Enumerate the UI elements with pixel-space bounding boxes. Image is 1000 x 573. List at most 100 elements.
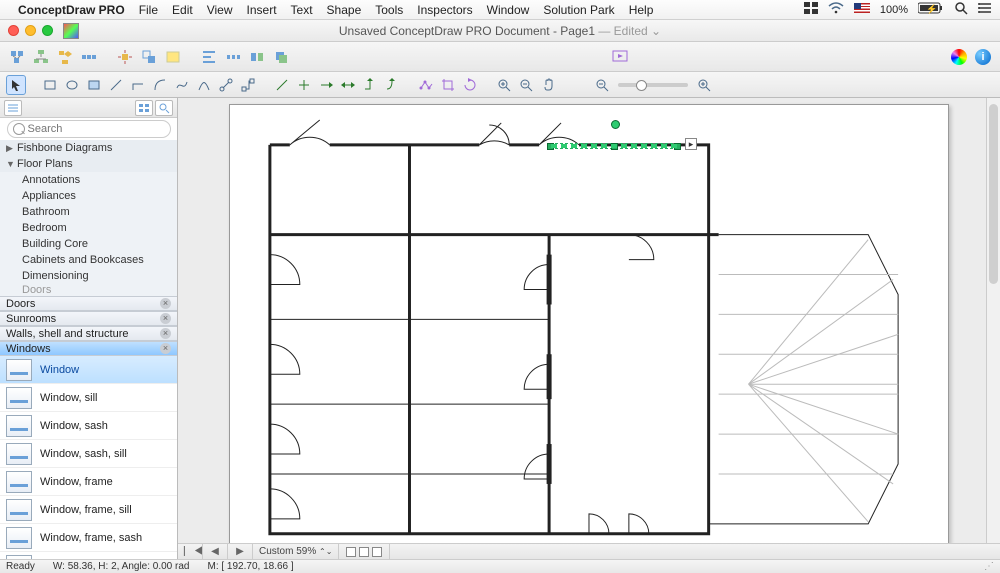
tool-tree-button[interactable] bbox=[6, 46, 28, 68]
tool-arrow1[interactable] bbox=[316, 75, 336, 95]
smart-action-button[interactable]: ▸ bbox=[685, 138, 697, 150]
tree-floorplans[interactable]: ▼Floor Plans bbox=[0, 156, 177, 172]
hscroll-prev[interactable]: ◀ bbox=[203, 544, 228, 559]
tool-samesize-button[interactable] bbox=[246, 46, 268, 68]
zoom-slider[interactable] bbox=[618, 83, 688, 87]
spotlight-icon[interactable] bbox=[954, 1, 968, 18]
tool-edit-points[interactable] bbox=[416, 75, 436, 95]
tree-fishbone[interactable]: ▶Fishbone Diagrams bbox=[0, 140, 177, 156]
tool-section[interactable] bbox=[294, 75, 314, 95]
tool-clone-button[interactable] bbox=[138, 46, 160, 68]
tool-arrow3[interactable] bbox=[360, 75, 380, 95]
close-icon[interactable]: × bbox=[160, 298, 171, 309]
hscroll-left[interactable]: ⎸◀ bbox=[178, 544, 203, 559]
tool-block[interactable] bbox=[84, 75, 104, 95]
tab-walls[interactable]: Walls, shell and structure× bbox=[0, 326, 177, 341]
shape-window[interactable]: Window bbox=[0, 356, 177, 384]
drawing-page[interactable]: ▸ bbox=[229, 104, 949, 543]
tool-info-button[interactable]: i bbox=[972, 46, 994, 68]
tab-sunrooms[interactable]: Sunrooms× bbox=[0, 311, 177, 326]
tab-doors[interactable]: Doors× bbox=[0, 296, 177, 311]
wifi-icon[interactable] bbox=[828, 2, 844, 17]
tool-line[interactable] bbox=[106, 75, 126, 95]
shape-window-sash[interactable]: Window, sash bbox=[0, 412, 177, 440]
tree-bathroom[interactable]: Bathroom bbox=[0, 204, 177, 220]
battery-icon[interactable]: ⚡ bbox=[918, 2, 944, 17]
tool-select[interactable] bbox=[6, 75, 26, 95]
tool-arrange-button[interactable] bbox=[270, 46, 292, 68]
zoom-combo[interactable]: Custom 59% ⌃⌄ bbox=[253, 544, 339, 559]
tool-arrow2[interactable] bbox=[338, 75, 358, 95]
tool-distribute-button[interactable] bbox=[222, 46, 244, 68]
shape-window-frame-sill[interactable]: Window, frame, sill bbox=[0, 496, 177, 524]
zoom-in-button[interactable] bbox=[694, 75, 714, 95]
tool-orgchart-button[interactable] bbox=[30, 46, 52, 68]
page-thumbnails[interactable] bbox=[339, 544, 390, 559]
dashboard-icon[interactable] bbox=[804, 2, 818, 17]
tool-zoom-out[interactable] bbox=[516, 75, 536, 95]
tool-align-button[interactable] bbox=[198, 46, 220, 68]
shape-window-frame-sash-sill[interactable]: Window, frame, sash, sill bbox=[0, 552, 177, 559]
tool-crop[interactable] bbox=[438, 75, 458, 95]
close-icon[interactable]: × bbox=[160, 328, 171, 339]
tool-hypernote-button[interactable] bbox=[162, 46, 184, 68]
close-icon[interactable]: × bbox=[160, 313, 171, 324]
tool-arc[interactable] bbox=[150, 75, 170, 95]
tool-color-button[interactable] bbox=[948, 46, 970, 68]
tool-zoom-in[interactable] bbox=[494, 75, 514, 95]
menu-shape[interactable]: Shape bbox=[327, 3, 362, 17]
hscroll-next[interactable]: ▶ bbox=[228, 544, 253, 559]
tree-cabinets[interactable]: Cabinets and Bookcases bbox=[0, 252, 177, 268]
library-tree[interactable]: ▶Fishbone Diagrams ▼Floor Plans Annotati… bbox=[0, 140, 177, 296]
library-search-button[interactable] bbox=[155, 100, 173, 116]
shape-window-sash-sill[interactable]: Window, sash, sill bbox=[0, 440, 177, 468]
flag-icon[interactable] bbox=[854, 3, 870, 16]
tool-connector[interactable] bbox=[216, 75, 236, 95]
menu-insert[interactable]: Insert bbox=[247, 3, 277, 17]
notification-center-icon[interactable] bbox=[978, 2, 992, 17]
resize-grip-icon[interactable]: ⋰ bbox=[984, 561, 994, 572]
tool-smartconnector[interactable] bbox=[238, 75, 258, 95]
tool-spline[interactable] bbox=[172, 75, 192, 95]
tool-rotate[interactable] bbox=[460, 75, 480, 95]
menu-inspectors[interactable]: Inspectors bbox=[417, 3, 472, 17]
tool-rapiddraw-button[interactable] bbox=[114, 46, 136, 68]
tool-bezier[interactable] bbox=[194, 75, 214, 95]
shape-window-frame-sash[interactable]: Window, frame, sash bbox=[0, 524, 177, 552]
menu-file[interactable]: File bbox=[139, 3, 158, 17]
tool-pan[interactable] bbox=[538, 75, 558, 95]
tool-rect[interactable] bbox=[40, 75, 60, 95]
tool-arrow4[interactable] bbox=[382, 75, 402, 95]
close-icon[interactable]: × bbox=[160, 343, 171, 354]
tool-flowchart-button[interactable] bbox=[54, 46, 76, 68]
tree-appliances[interactable]: Appliances bbox=[0, 188, 177, 204]
tool-line2[interactable] bbox=[272, 75, 292, 95]
tab-windows[interactable]: Windows× bbox=[0, 341, 177, 356]
shape-window-sill[interactable]: Window, sill bbox=[0, 384, 177, 412]
app-name[interactable]: ConceptDraw PRO bbox=[18, 3, 125, 17]
tree-building-core[interactable]: Building Core bbox=[0, 236, 177, 252]
tool-ellipse[interactable] bbox=[62, 75, 82, 95]
tree-doors-sub[interactable]: Doors bbox=[0, 284, 177, 296]
zoom-out-button[interactable] bbox=[592, 75, 612, 95]
library-view-grid[interactable] bbox=[135, 100, 153, 116]
shape-window-frame[interactable]: Window, frame bbox=[0, 468, 177, 496]
rotation-handle-icon[interactable] bbox=[611, 120, 620, 129]
tree-dimensioning[interactable]: Dimensioning bbox=[0, 268, 177, 284]
menu-help[interactable]: Help bbox=[629, 3, 654, 17]
menu-view[interactable]: View bbox=[207, 3, 233, 17]
selection-box[interactable]: ▸ bbox=[550, 143, 678, 149]
menu-window[interactable]: Window bbox=[487, 3, 530, 17]
vertical-scrollbar[interactable] bbox=[986, 98, 1000, 543]
tree-annotations[interactable]: Annotations bbox=[0, 172, 177, 188]
library-tab-1[interactable] bbox=[4, 100, 22, 116]
menu-text[interactable]: Text bbox=[291, 3, 313, 17]
menu-solution-park[interactable]: Solution Park bbox=[543, 3, 614, 17]
menu-edit[interactable]: Edit bbox=[172, 3, 193, 17]
shape-list[interactable]: Window Window, sill Window, sash Window,… bbox=[0, 356, 177, 559]
drawing-canvas[interactable]: ▸ bbox=[178, 98, 1000, 543]
tool-elbow[interactable] bbox=[128, 75, 148, 95]
library-search-input[interactable] bbox=[7, 120, 171, 138]
tool-chain-button[interactable] bbox=[78, 46, 100, 68]
tree-bedroom[interactable]: Bedroom bbox=[0, 220, 177, 236]
